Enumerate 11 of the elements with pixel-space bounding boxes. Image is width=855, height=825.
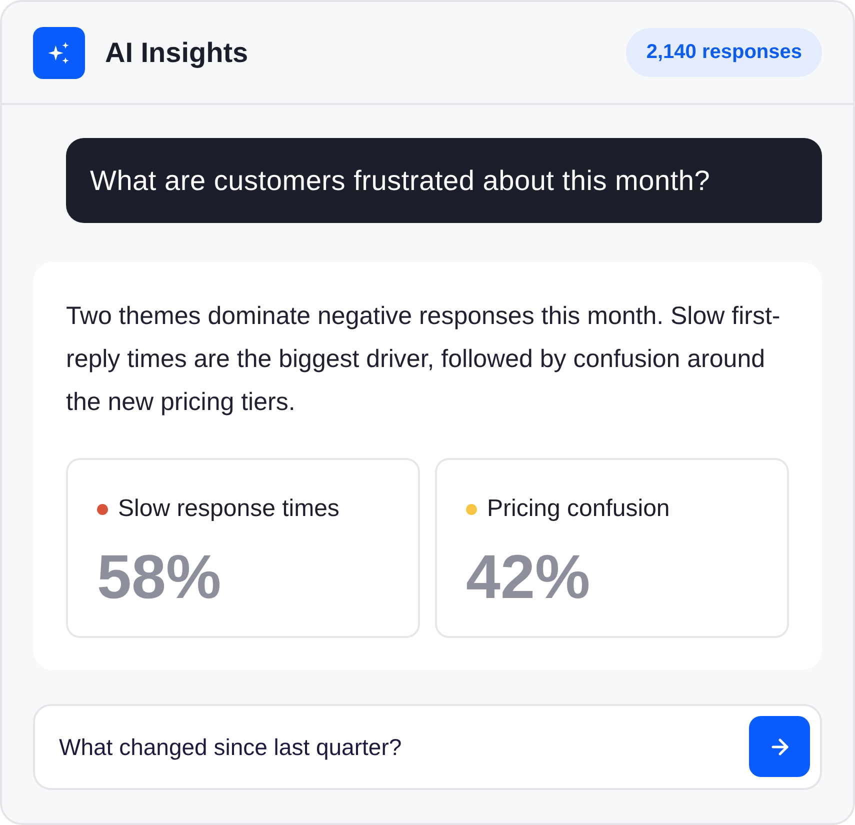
answer-text: Two themes dominate negative responses this month. Slow first-reply times are the biggest driver, followed by confusion around the new pricing tiers. [66, 301, 782, 418]
panel-title: AI Insights [105, 36, 248, 70]
stat-label: Slow response times [118, 494, 340, 524]
stat-label: Pricing confusion [487, 494, 670, 524]
message-input[interactable]: What changed since last quarter? [33, 704, 822, 790]
response-count-badge: 2,140 responses [626, 28, 822, 77]
user-message: What are customers frustrated about this month? [66, 138, 822, 223]
sparkle-icon [33, 26, 85, 78]
stat-value: 42% [466, 543, 590, 613]
send-button[interactable] [749, 716, 810, 777]
stat-value: 58% [97, 543, 222, 613]
